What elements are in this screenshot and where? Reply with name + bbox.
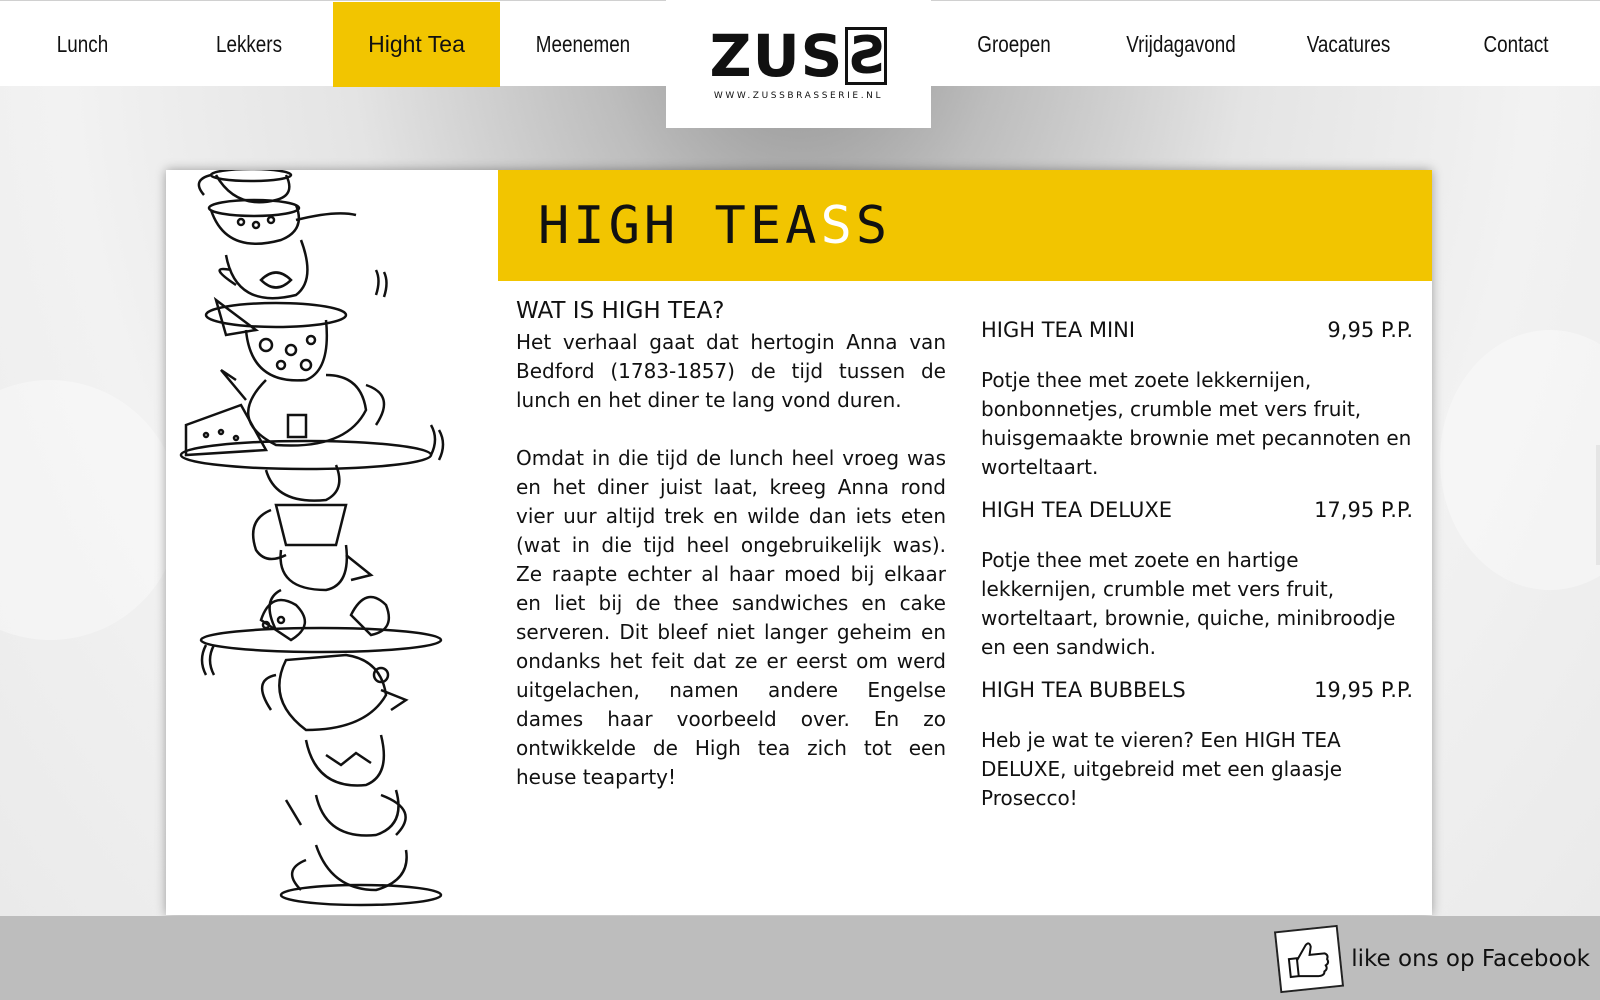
logo-url: WWW.ZUSSBRASSERIE.NL: [713, 91, 884, 101]
menu-item-description: Potje thee met zoete lekkernijen, bonbon…: [981, 368, 1412, 479]
menu-item-price: 19,95 P.P.: [1314, 678, 1413, 702]
logo-wordmark: ZUS S: [709, 22, 888, 90]
nav-contact[interactable]: Contact: [1447, 2, 1585, 87]
menu-item-header: HIGH TEA DELUXE 17,95 P.P.: [981, 498, 1413, 522]
nav-meenemen[interactable]: Meenemen: [515, 2, 651, 87]
logo-text: ZUS: [709, 22, 844, 90]
menu-item-description: Potje thee met zoete en hartige lekkerni…: [981, 548, 1396, 659]
thumbs-up-icon: [1274, 924, 1345, 994]
menu-item-header: HIGH TEA BUBBELS 19,95 P.P.: [981, 678, 1413, 702]
intro-heading: WAT IS HIGH TEA?: [516, 298, 725, 324]
nav-groepen[interactable]: Groepen: [946, 2, 1082, 87]
menu-item-name: HIGH TEA BUBBELS: [981, 678, 1186, 702]
page-title: HIGH TEASS: [538, 196, 891, 256]
menu-item-name: HIGH TEA DELUXE: [981, 498, 1172, 522]
nav-vrijdagavond[interactable]: Vrijdagavond: [1112, 2, 1250, 87]
side-scroll-tab[interactable]: [1596, 445, 1600, 565]
facebook-like-link[interactable]: like ons op Facebook: [1274, 924, 1590, 994]
title-accent-letter: S: [820, 195, 856, 256]
title-tail-letter: S: [855, 195, 892, 256]
content-card: HIGH TEASS WAT IS HIGH TEA? Het verhaal …: [166, 167, 1432, 915]
nav-lunch[interactable]: Lunch: [15, 2, 150, 87]
logo-boxed-letter: S: [845, 26, 888, 86]
intro-section: WAT IS HIGH TEA? Het verhaal gaat dat he…: [516, 298, 946, 821]
facebook-like-label: like ons op Facebook: [1351, 946, 1590, 972]
teacup-stack-illustration: [166, 167, 496, 915]
site-logo[interactable]: ZUS S WWW.ZUSSBRASSERIE.NL: [666, 0, 931, 128]
menu-item: HIGH TEA BUBBELS 19,95 P.P. Heb je wat t…: [981, 678, 1413, 813]
menu-item-name: HIGH TEA MINI: [981, 318, 1136, 342]
page-title-bar: HIGH TEASS: [498, 170, 1432, 281]
nav-vacatures[interactable]: Vacatures: [1280, 2, 1417, 87]
menu-item-price: 9,95 P.P.: [1327, 318, 1413, 342]
menu-item: HIGH TEA MINI 9,95 P.P. Potje thee met z…: [981, 318, 1413, 482]
intro-paragraph: Het verhaal gaat dat hertogin Anna van B…: [516, 330, 946, 412]
footer: like ons op Facebook: [0, 916, 1600, 1000]
title-main: HIGH TEA: [538, 195, 821, 256]
background-decoration: [1440, 330, 1600, 590]
menu-item-header: HIGH TEA MINI 9,95 P.P.: [981, 318, 1413, 342]
menu-item-description: Heb je wat te vieren? Een HIGH TEA DELUX…: [981, 728, 1343, 810]
nav-hight-tea[interactable]: Hight Tea: [333, 2, 500, 87]
background-decoration: [0, 380, 180, 640]
intro-paragraph: Omdat in die tijd de lunch heel vroeg wa…: [516, 446, 946, 789]
menu-item-price: 17,95 P.P.: [1314, 498, 1413, 522]
high-tea-menu: HIGH TEA MINI 9,95 P.P. Potje thee met z…: [981, 318, 1413, 829]
menu-item: HIGH TEA DELUXE 17,95 P.P. Potje thee me…: [981, 498, 1413, 662]
nav-lekkers[interactable]: Lekkers: [180, 2, 318, 87]
